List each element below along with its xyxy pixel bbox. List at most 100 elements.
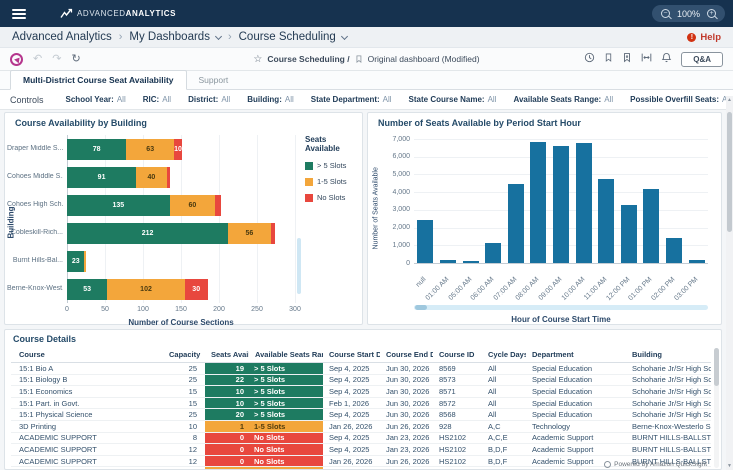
scrollbar-thumb[interactable] xyxy=(415,305,427,310)
legend-item[interactable]: 1-5 Slots xyxy=(305,177,363,186)
filter-available-seats-range-[interactable]: Available Seats Range: All xyxy=(513,95,613,104)
column-header-capacity[interactable]: Capacity xyxy=(169,350,205,359)
table-row[interactable]: ACADEMIC SUPPORT 12 0 No Slots Sep 4, 2025 Ja… xyxy=(11,444,711,456)
filter-state-course-name-[interactable]: State Course Name: All xyxy=(409,95,497,104)
cell-course: 15:1 Physical Science xyxy=(19,410,93,420)
bar-segment[interactable] xyxy=(215,194,221,216)
table-row[interactable]: ACADEMIC SUPPORT 8 0 No Slots Sep 4, 2025 Jan… xyxy=(11,432,711,445)
column-header-department[interactable]: Department xyxy=(526,350,626,359)
table-row[interactable]: 15:1 Bio A 25 19 > 5 Slots Sep 4, 2025 Jun 30… xyxy=(11,363,711,375)
redo-icon[interactable]: ↷ xyxy=(52,53,61,65)
breadcrumb-item-my-dashboards[interactable]: My Dashboards xyxy=(129,31,222,43)
legend-item[interactable]: No Slots xyxy=(305,193,363,202)
breadcrumb-item-course-scheduling[interactable]: Course Scheduling xyxy=(239,31,348,43)
bar[interactable] xyxy=(553,146,569,263)
bookmark-icon[interactable] xyxy=(604,50,613,68)
zoom-in-icon[interactable] xyxy=(707,9,716,18)
table-row[interactable]: 15:1 Biology B 25 22 > 5 Slots Sep 4, 2025 Ju… xyxy=(11,374,711,387)
chevron-down-icon[interactable] xyxy=(214,32,222,40)
bar-segment[interactable] xyxy=(166,166,170,188)
bar[interactable] xyxy=(530,141,547,263)
table-row[interactable]: 15:1 Physical Science 25 20 > 5 Slots Sep 4,… xyxy=(11,409,711,421)
menu-icon[interactable] xyxy=(12,8,26,19)
bar-segment[interactable]: 60 xyxy=(169,194,216,216)
bar-segment[interactable]: 102 xyxy=(107,278,185,300)
bar-segment[interactable] xyxy=(84,250,86,272)
table-row[interactable]: 15:1 Economics 15 10 > 5 Slots Sep 4, 2025 Ja… xyxy=(11,386,711,398)
app-logo-icon[interactable] xyxy=(10,52,23,66)
filter-school-year-[interactable]: School Year: All xyxy=(66,95,126,104)
help-button[interactable]: ! Help xyxy=(687,32,721,43)
undo-icon[interactable]: ↶ xyxy=(33,53,42,65)
page-scrollbar[interactable]: ▲ ▼ xyxy=(726,96,733,470)
filter-ric-[interactable]: RIC: All xyxy=(143,95,171,104)
bar-segment[interactable] xyxy=(270,222,276,244)
column-header-cycle-days[interactable]: Cycle Days xyxy=(482,350,526,359)
bar[interactable] xyxy=(620,204,637,263)
bar[interactable] xyxy=(598,178,615,263)
cell-department: Special Education xyxy=(532,363,593,373)
chart-vertical-scrollbar[interactable] xyxy=(297,238,301,294)
table-row[interactable]: 3D Printing 10 1 1-5 Slots Jan 26, 2026 Jun 2… xyxy=(11,420,711,433)
bar-segment[interactable]: 212 xyxy=(67,222,229,244)
bar-segment[interactable]: 40 xyxy=(136,166,167,188)
table-scrollbar[interactable] xyxy=(714,348,719,468)
bar[interactable] xyxy=(417,219,434,263)
bar[interactable] xyxy=(507,184,524,263)
filter-district-[interactable]: District: All xyxy=(188,95,230,104)
bar-segment[interactable]: 91 xyxy=(67,166,137,188)
tab-support[interactable]: Support xyxy=(187,71,241,89)
breadcrumb-item-advanced-analytics[interactable]: Advanced Analytics xyxy=(12,31,112,43)
cell-building: Schoharie Jr/Sr High School xyxy=(632,410,711,420)
column-header-course-end-date[interactable]: Course End Date xyxy=(380,350,433,359)
bar-segment[interactable]: 30 xyxy=(184,278,208,300)
favorite-star-icon[interactable]: ☆ xyxy=(253,54,262,65)
bar[interactable] xyxy=(462,260,479,263)
column-header-available-seats-range[interactable]: Available Seats Range xyxy=(249,350,323,359)
scroll-up-icon[interactable]: ▲ xyxy=(726,97,733,103)
bar-segment[interactable]: 63 xyxy=(126,138,175,160)
column-header-course-id[interactable]: Course ID xyxy=(433,350,482,359)
cell-capacity: 15 xyxy=(188,398,197,408)
column-header-seats-available[interactable]: Seats Available xyxy=(205,350,249,359)
bar[interactable] xyxy=(688,260,705,263)
filter-building-[interactable]: Building: All xyxy=(247,95,294,104)
legend-item[interactable]: > 5 Slots xyxy=(305,161,363,170)
cell-seats-available: 0 xyxy=(205,444,249,455)
cell-available-seats-range: > 5 Slots xyxy=(249,374,323,386)
column-header-course-start-date[interactable]: Course Start Date xyxy=(323,350,380,359)
table-row[interactable]: 15:1 Part. in Govt. 15 10 > 5 Slots Feb 1, 2… xyxy=(11,397,711,410)
qa-button[interactable]: Q&A xyxy=(681,51,723,67)
bar-segment[interactable]: 78 xyxy=(67,138,127,160)
bar[interactable] xyxy=(439,260,456,263)
filter-possible-overfill-seats-[interactable]: Possible Overfill Seats:All xyxy=(630,95,731,104)
zoom-out-icon[interactable] xyxy=(660,9,670,18)
clock-icon[interactable] xyxy=(584,50,595,68)
chevron-down-icon[interactable] xyxy=(340,32,348,40)
bar[interactable] xyxy=(485,242,502,263)
scroll-down-icon[interactable]: ▼ xyxy=(726,463,733,469)
x-axis-title: Number of Course Sections xyxy=(128,318,234,327)
tab-multi-district-course-seat-availability[interactable]: Multi-District Course Seat Availability xyxy=(10,70,187,90)
filter-state-department-[interactable]: State Department: All xyxy=(311,95,392,104)
bar-segment[interactable]: 53 xyxy=(67,278,108,300)
cell-cycle-days: B,D,F xyxy=(488,444,508,454)
page-scrollbar-thumb[interactable] xyxy=(727,112,732,232)
bell-icon[interactable] xyxy=(661,50,672,68)
bar[interactable] xyxy=(575,142,592,263)
bookmark-small-icon[interactable] xyxy=(355,54,363,64)
bar-segment[interactable]: 56 xyxy=(228,222,271,244)
bar-segment[interactable]: 135 xyxy=(67,194,170,216)
reset-icon[interactable]: ↻ xyxy=(71,53,80,65)
column-header-building[interactable]: Building xyxy=(626,350,711,359)
column-header-course[interactable]: Course xyxy=(11,350,169,359)
bar[interactable] xyxy=(643,188,660,263)
legend-swatch xyxy=(305,177,313,186)
bar-segment[interactable]: 10 xyxy=(174,138,182,160)
bookmark-save-icon[interactable] xyxy=(622,50,632,68)
filter-name: Possible Overfill Seats: xyxy=(630,95,720,104)
bar-segment[interactable]: 23 xyxy=(67,250,85,272)
chart-horizontal-scrollbar[interactable] xyxy=(414,305,708,310)
fit-width-icon[interactable] xyxy=(641,50,652,68)
bar[interactable] xyxy=(666,238,683,263)
